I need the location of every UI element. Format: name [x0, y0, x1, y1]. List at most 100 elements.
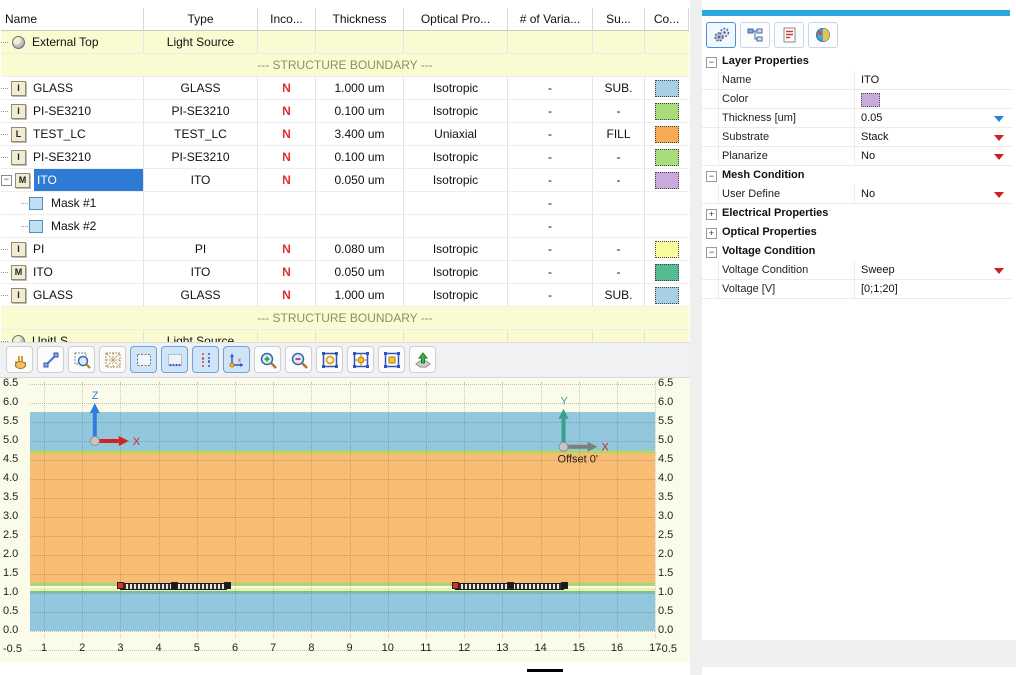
- dropdown-arrow-icon[interactable]: [994, 154, 1004, 160]
- layer-color-swatch[interactable]: [655, 149, 679, 166]
- expand-icon[interactable]: +: [706, 228, 717, 239]
- table-row[interactable]: IGLASSGLASSN1.000 umIsotropic-SUB.: [1, 284, 689, 307]
- property-value[interactable]: No: [854, 185, 1012, 204]
- property-row[interactable]: SubstrateStack: [702, 128, 1012, 147]
- zoom-in-button[interactable]: [254, 346, 281, 373]
- pan-hand-button[interactable]: [6, 346, 33, 373]
- mask-handle-mid[interactable]: [171, 582, 178, 589]
- name-cell[interactable]: MITO: [1, 261, 144, 283]
- bottom-nodes-view-button[interactable]: [161, 346, 188, 373]
- fit-all-button[interactable]: [347, 346, 374, 373]
- dropdown-arrow-icon[interactable]: [994, 192, 1004, 198]
- collapse-icon[interactable]: −: [706, 171, 717, 182]
- collapse-expander[interactable]: −: [1, 175, 12, 186]
- name-cell[interactable]: External Top: [1, 31, 144, 53]
- name-cell[interactable]: IPI: [1, 238, 144, 260]
- category-row[interactable]: −Voltage Condition: [702, 242, 1012, 261]
- layer-color-swatch[interactable]: [655, 241, 679, 258]
- structure-boundary-row[interactable]: --- STRUCTURE BOUNDARY ---: [1, 307, 689, 330]
- measure-line-button[interactable]: [37, 346, 64, 373]
- export-button[interactable]: [409, 346, 436, 373]
- layer-color-swatch[interactable]: [655, 287, 679, 304]
- name-cell[interactable]: LTEST_LC: [1, 123, 144, 145]
- table-row[interactable]: IPI-SE3210PI-SE3210N0.100 umIsotropic--: [1, 100, 689, 123]
- zoom-out-button[interactable]: [285, 346, 312, 373]
- column-header-0[interactable]: Name: [1, 8, 144, 30]
- layer-color-swatch[interactable]: [655, 264, 679, 281]
- column-header-6[interactable]: Su...: [593, 8, 645, 30]
- scrollbar-thumb[interactable]: [527, 669, 563, 672]
- layer-color-swatch[interactable]: [655, 126, 679, 143]
- panel-tab-materials[interactable]: [808, 22, 838, 48]
- zoom-window-button[interactable]: [68, 346, 95, 373]
- fit-selection-button[interactable]: [378, 346, 405, 373]
- category-row[interactable]: +Optical Properties: [702, 223, 1012, 242]
- color-value-swatch[interactable]: [861, 93, 880, 107]
- property-row[interactable]: Thickness [um]0.05: [702, 109, 1012, 128]
- property-value[interactable]: No: [854, 147, 1012, 166]
- axis-view-button[interactable]: x: [223, 346, 250, 373]
- panel-tab-report[interactable]: [774, 22, 804, 48]
- property-label: Name: [722, 71, 751, 90]
- mesh-grid-button[interactable]: [99, 346, 126, 373]
- property-row[interactable]: Voltage ConditionSweep: [702, 261, 1012, 280]
- collapse-icon[interactable]: −: [706, 57, 717, 68]
- pane-splitter[interactable]: [690, 0, 702, 675]
- collapse-icon[interactable]: −: [706, 247, 717, 258]
- property-value[interactable]: ITO: [854, 71, 1012, 90]
- panel-tab-structure-tree[interactable]: [740, 22, 770, 48]
- column-header-5[interactable]: # of Varia...: [508, 8, 593, 30]
- expand-icon[interactable]: +: [706, 209, 717, 220]
- structure-cross-section[interactable]: 6.56.56.06.05.55.55.05.04.54.54.04.03.53…: [0, 378, 690, 662]
- table-row[interactable]: IPIPIN0.080 umIsotropic--: [1, 238, 689, 261]
- table-row[interactable]: MITOITON0.050 umIsotropic--: [1, 261, 689, 284]
- column-header-2[interactable]: Inco...: [258, 8, 316, 30]
- property-row[interactable]: PlanarizeNo: [702, 147, 1012, 166]
- property-value[interactable]: Sweep: [854, 261, 1012, 280]
- mask-handle-end[interactable]: [561, 582, 568, 589]
- name-cell[interactable]: −MITO: [1, 169, 144, 191]
- property-value[interactable]: Stack: [854, 128, 1012, 147]
- table-row[interactable]: −MITOITON0.050 umIsotropic--: [1, 169, 689, 192]
- category-row[interactable]: +Electrical Properties: [702, 204, 1012, 223]
- name-cell[interactable]: IGLASS: [1, 77, 144, 99]
- column-header-4[interactable]: Optical Pro...: [404, 8, 508, 30]
- fit-width-button[interactable]: [316, 346, 343, 373]
- property-value[interactable]: 0.05: [854, 109, 1012, 128]
- category-row[interactable]: −Mesh Condition: [702, 166, 1012, 185]
- table-row[interactable]: IGLASSGLASSN1.000 umIsotropic-SUB.: [1, 77, 689, 100]
- name-cell[interactable]: Mask #2: [1, 215, 144, 237]
- table-row[interactable]: External TopLight Source: [1, 31, 689, 54]
- column-header-7[interactable]: Co...: [645, 8, 689, 30]
- layer-color-swatch[interactable]: [655, 80, 679, 97]
- table-row[interactable]: Mask #2-: [1, 215, 689, 238]
- name-cell[interactable]: IPI-SE3210: [1, 146, 144, 168]
- mask-handle-end[interactable]: [224, 582, 231, 589]
- table-row[interactable]: Mask #1-: [1, 192, 689, 215]
- dropdown-arrow-icon[interactable]: [994, 135, 1004, 141]
- vertical-lines-view-button[interactable]: [192, 346, 219, 373]
- mask-handle-mid[interactable]: [507, 582, 514, 589]
- panel-tab-properties[interactable]: [706, 22, 736, 48]
- dropdown-arrow-icon[interactable]: [994, 116, 1004, 122]
- name-cell[interactable]: IPI-SE3210: [1, 100, 144, 122]
- property-row[interactable]: Name ITO: [702, 71, 1012, 90]
- structure-boundary-row[interactable]: --- STRUCTURE BOUNDARY ---: [1, 54, 689, 77]
- property-row[interactable]: Voltage [V][0;1;20]: [702, 280, 1012, 299]
- mask-handle-start[interactable]: [117, 582, 124, 589]
- name-cell[interactable]: Mask #1: [1, 192, 144, 214]
- column-header-1[interactable]: Type: [144, 8, 258, 30]
- column-header-3[interactable]: Thickness: [316, 8, 404, 30]
- dropdown-arrow-icon[interactable]: [994, 268, 1004, 274]
- name-cell[interactable]: IGLASS: [1, 284, 144, 306]
- category-row[interactable]: −Layer Properties: [702, 52, 1012, 71]
- outline-view-button[interactable]: [130, 346, 157, 373]
- property-row[interactable]: User DefineNo: [702, 185, 1012, 204]
- property-row[interactable]: Color: [702, 90, 1012, 109]
- layer-color-swatch[interactable]: [655, 172, 679, 189]
- mask-handle-start[interactable]: [452, 582, 459, 589]
- layer-color-swatch[interactable]: [655, 103, 679, 120]
- table-row[interactable]: LTEST_LCTEST_LCN3.400 umUniaxial-FILL: [1, 123, 689, 146]
- property-value[interactable]: [0;1;20]: [854, 280, 1012, 299]
- table-row[interactable]: IPI-SE3210PI-SE3210N0.100 umIsotropic--: [1, 146, 689, 169]
